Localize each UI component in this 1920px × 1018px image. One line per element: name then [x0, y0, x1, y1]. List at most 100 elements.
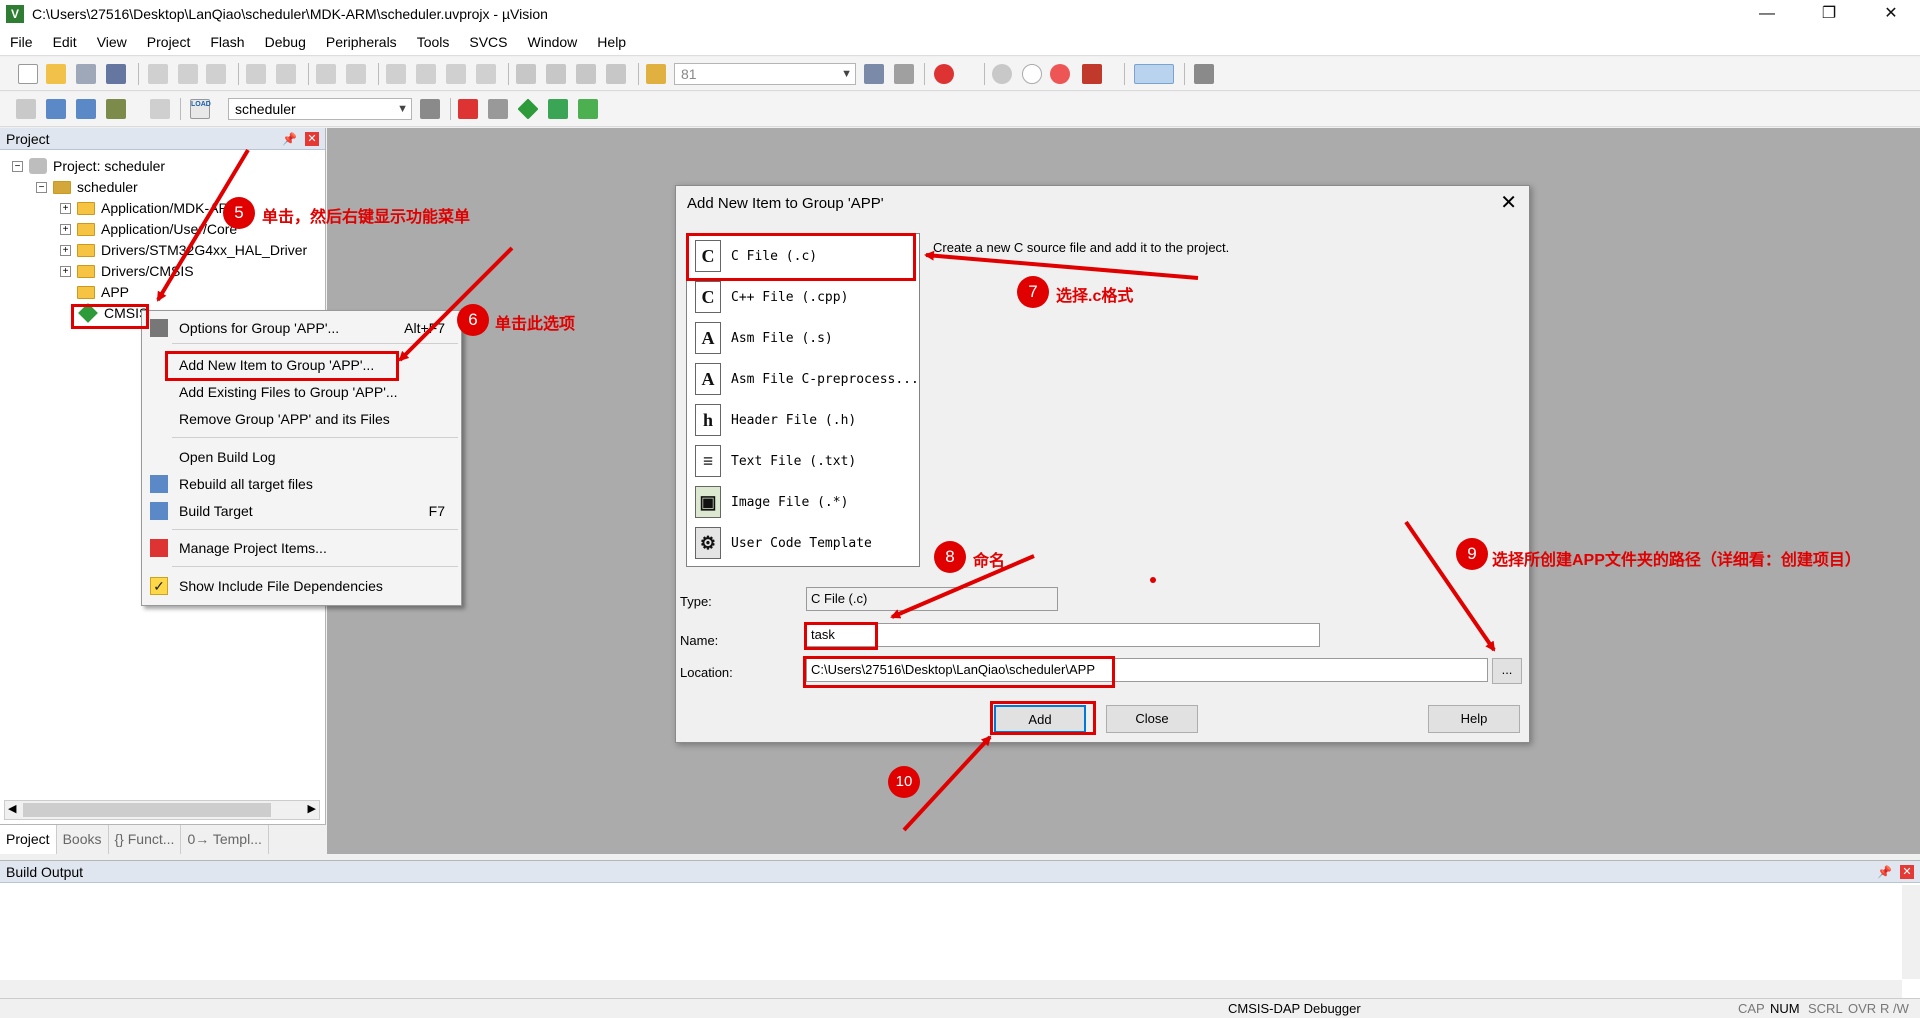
browse-button[interactable]: ... [1492, 658, 1522, 684]
breakpoint-icon[interactable] [992, 64, 1012, 84]
find-combo[interactable]: 81 ▼ [674, 63, 856, 85]
close-button[interactable]: Close [1106, 705, 1198, 733]
paste-icon[interactable] [206, 64, 226, 84]
collapse-icon[interactable]: − [36, 181, 47, 193]
dialog-close-icon[interactable]: ✕ [1500, 190, 1517, 215]
menu-item-options-for-group[interactable]: Options for Group 'APP'... Alt+F7 [142, 316, 461, 340]
open-file-icon[interactable] [46, 64, 66, 84]
pin-icon[interactable]: 📌 [1877, 861, 1892, 883]
expand-icon[interactable]: + [60, 244, 71, 256]
prev-bookmark-icon[interactable] [416, 64, 436, 84]
name-input[interactable]: task [806, 623, 1320, 647]
expand-icon[interactable]: + [60, 265, 71, 277]
copy-icon[interactable] [178, 64, 198, 84]
horizontal-scrollbar[interactable] [0, 980, 1902, 998]
menu-peripherals[interactable]: Peripherals [316, 34, 407, 50]
nav-forward-icon[interactable] [346, 64, 366, 84]
menu-item-manage-project-items[interactable]: Manage Project Items... [142, 536, 461, 560]
scroll-right-icon[interactable]: ▶ [308, 802, 316, 815]
target-select[interactable]: scheduler ▼ [228, 98, 412, 120]
menu-item-open-build-log[interactable]: Open Build Log [142, 445, 461, 469]
redo-icon[interactable] [276, 64, 296, 84]
expand-icon[interactable]: + [60, 223, 71, 235]
window-layout-icon[interactable] [1134, 64, 1174, 84]
find-icon[interactable] [864, 64, 884, 84]
menu-item-rebuild-all[interactable]: Rebuild all target files [142, 472, 461, 496]
tree-group-cmsis-driver[interactable]: + Drivers/CMSIS [60, 260, 194, 282]
menu-view[interactable]: View [87, 34, 137, 50]
debug-session-icon[interactable] [934, 64, 954, 84]
uncomment-icon[interactable] [606, 64, 626, 84]
pack-installer-icon[interactable] [548, 99, 568, 119]
menu-debug[interactable]: Debug [255, 34, 316, 50]
menu-item-build-target[interactable]: Build Target F7 [142, 499, 461, 523]
comment-icon[interactable] [576, 64, 596, 84]
menu-tools[interactable]: Tools [407, 34, 460, 50]
find-in-files-icon[interactable] [646, 64, 666, 84]
menu-flash[interactable]: Flash [200, 34, 254, 50]
tree-group-application-user[interactable]: + Application/User/Core [60, 218, 237, 240]
tree-group-application-mdk[interactable]: + Application/MDK-ARM [60, 197, 240, 219]
file-type-asm[interactable]: A Asm File (.s) [695, 319, 833, 357]
file-type-text[interactable]: ≡ Text File (.txt) [695, 442, 856, 480]
nav-back-icon[interactable] [316, 64, 336, 84]
cut-icon[interactable] [148, 64, 168, 84]
download-load-icon[interactable]: LOAD [190, 99, 211, 119]
scroll-left-icon[interactable]: ◀ [8, 802, 16, 815]
menu-item-remove-group[interactable]: Remove Group 'APP' and its Files [142, 407, 461, 431]
clear-bookmarks-icon[interactable] [476, 64, 496, 84]
pin-icon[interactable]: 📌 [282, 128, 297, 150]
help-button[interactable]: Help [1428, 705, 1520, 733]
save-all-icon[interactable] [106, 64, 126, 84]
undo-icon[interactable] [246, 64, 266, 84]
close-icon[interactable]: ✕ [305, 132, 319, 146]
select-packs-icon[interactable] [517, 98, 539, 120]
tree-target-scheduler[interactable]: − scheduler [36, 176, 138, 198]
menu-file[interactable]: File [0, 34, 43, 50]
menu-project[interactable]: Project [137, 34, 201, 50]
incremental-find-icon[interactable] [894, 64, 914, 84]
file-type-asm-preprocess[interactable]: A Asm File C-preprocess... [695, 360, 919, 398]
rte-icon[interactable] [578, 99, 598, 119]
build-icon[interactable] [46, 99, 66, 119]
rebuild-icon[interactable] [76, 99, 96, 119]
tab-templates[interactable]: 0→ Templ... [181, 825, 269, 854]
target-options-icon[interactable] [420, 99, 440, 119]
translate-icon[interactable] [16, 99, 36, 119]
close-window-button[interactable]: ✕ [1862, 0, 1920, 28]
minimize-button[interactable]: — [1738, 0, 1796, 28]
close-icon[interactable]: ✕ [1900, 865, 1914, 879]
menu-edit[interactable]: Edit [43, 34, 87, 50]
file-type-image[interactable]: ▣ Image File (.*) [695, 483, 848, 521]
kill-breakpoints-icon[interactable] [1082, 64, 1102, 84]
menu-item-add-existing-files[interactable]: Add Existing Files to Group 'APP'... [142, 380, 461, 404]
tree-group-hal-driver[interactable]: + Drivers/STM32G4xx_HAL_Driver [60, 239, 307, 261]
new-file-icon[interactable] [18, 64, 38, 84]
tree-group-app[interactable]: APP [77, 281, 129, 303]
next-bookmark-icon[interactable] [446, 64, 466, 84]
clear-breakpoints-icon[interactable] [1050, 64, 1070, 84]
horizontal-scrollbar[interactable]: ◀ ▶ [4, 800, 320, 820]
indent-icon[interactable] [516, 64, 536, 84]
menu-svcs[interactable]: SVCS [459, 34, 517, 50]
unindent-icon[interactable] [546, 64, 566, 84]
file-type-cpp[interactable]: C C++ File (.cpp) [695, 278, 848, 316]
stop-build-icon[interactable] [150, 99, 170, 119]
expand-icon[interactable]: + [60, 202, 71, 214]
restore-button[interactable]: ❐ [1800, 0, 1858, 28]
file-type-header[interactable]: h Header File (.h) [695, 401, 856, 439]
tab-project[interactable]: Project [0, 825, 57, 854]
manage-components-icon[interactable] [458, 99, 478, 119]
batch-build-icon[interactable] [106, 99, 126, 119]
save-icon[interactable] [76, 64, 96, 84]
menu-help[interactable]: Help [587, 34, 636, 50]
collapse-icon[interactable]: − [12, 160, 23, 172]
bookmark-icon[interactable] [386, 64, 406, 84]
configure-icon[interactable] [1194, 64, 1214, 84]
tab-functions[interactable]: {} Funct... [109, 825, 182, 854]
tab-books[interactable]: Books [57, 825, 109, 854]
scroll-thumb[interactable] [23, 803, 271, 817]
tree-project-root[interactable]: − Project: scheduler [12, 155, 165, 177]
file-type-user-template[interactable]: ⚙ User Code Template [695, 524, 872, 562]
vertical-scrollbar[interactable] [1902, 885, 1920, 979]
